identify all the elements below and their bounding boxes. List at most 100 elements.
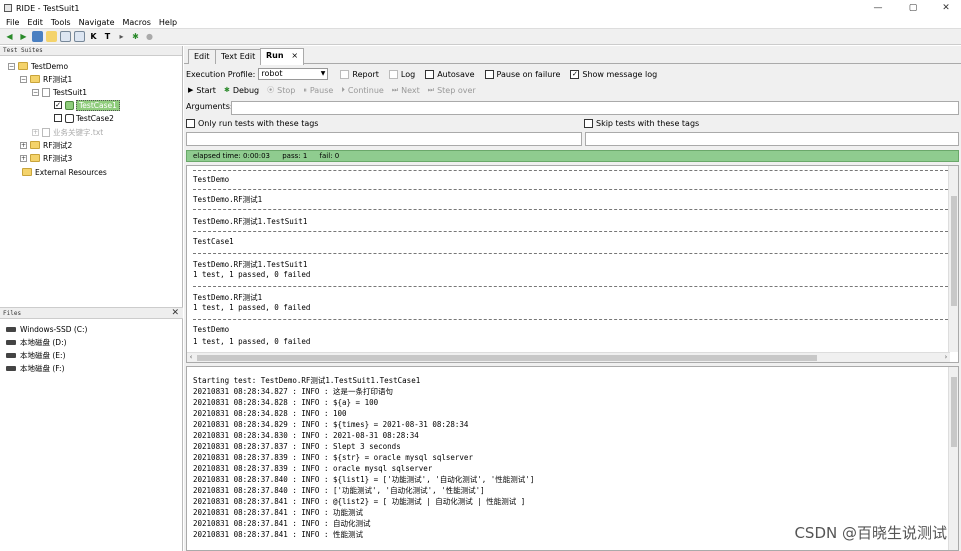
scrollbar-thumb[interactable]: [197, 355, 817, 361]
tree-item-testdemo[interactable]: − TestDemo: [8, 60, 68, 72]
scroll-right-icon[interactable]: ›: [944, 353, 948, 361]
debug-button[interactable]: ✱ Debug: [224, 86, 259, 95]
scrollbar-thumb[interactable]: [951, 196, 957, 306]
log-line: 20210831 08:28:37.841 : INFO : 自动化测试: [193, 519, 371, 528]
test-suites-header: Test Suites: [0, 46, 182, 56]
save-all-icon[interactable]: [74, 31, 85, 42]
log-vertical-scrollbar[interactable]: [948, 367, 958, 550]
menu-bar: File Edit Tools Navigate Macros Help: [0, 16, 961, 28]
skip-tags-checkbox[interactable]: [584, 119, 593, 128]
output-line: TestDemo: [193, 175, 230, 184]
testcase1-checkbox[interactable]: ✓: [54, 101, 62, 109]
suite-tree: − TestDemo − RF测试1 − TestSuit1 ✓ TestCas…: [0, 56, 182, 306]
log-line: 20210831 08:28:34.827 : INFO : 这是一条打印语句: [193, 387, 393, 396]
open-project-icon[interactable]: [32, 31, 43, 42]
drive-c[interactable]: Windows-SSD (C:): [6, 323, 87, 335]
output-line: TestDemo.RF测试1.TestSuit1: [193, 217, 308, 226]
log-line: 20210831 08:28:34.828 : INFO : 100: [193, 409, 347, 418]
back-icon[interactable]: ◀: [4, 31, 15, 42]
run-status-bar: elapsed time: 0:00:03 pass: 1 fail: 0: [186, 150, 959, 162]
settings-icon[interactable]: ✱: [130, 31, 141, 42]
output-line: 1 test, 1 passed, 0 failed: [193, 303, 311, 312]
output-line: TestDemo.RF测试1.TestSuit1: [193, 260, 308, 269]
debug-icon: ✱: [223, 86, 230, 94]
run-buttons-row: ▶ Start ✱ Debug ⦿ Stop ⏸ Pause ⏵ Continue ⏭ Ne…: [188, 85, 484, 95]
testcase2-checkbox[interactable]: [54, 114, 62, 122]
autosave-checkbox[interactable]: [425, 69, 435, 79]
forward-icon[interactable]: ▶: [18, 31, 29, 42]
menu-tools[interactable]: Tools: [51, 18, 71, 27]
drive-icon: [6, 339, 16, 345]
continue-button[interactable]: ⏵ Continue: [341, 86, 383, 95]
show-message-log-checkbox[interactable]: ✓: [570, 69, 580, 79]
step-over-button[interactable]: ⏭ Step over: [428, 86, 476, 95]
drive-f[interactable]: 本地磁盘 (F:): [6, 362, 65, 374]
report-checkbox[interactable]: [340, 69, 350, 79]
tab-edit[interactable]: Edit: [188, 49, 216, 64]
tree-item-rf2[interactable]: + RF测试2: [20, 139, 72, 151]
separator: [193, 319, 948, 320]
menu-edit[interactable]: Edit: [27, 18, 43, 27]
skip-tags-input[interactable]: [585, 132, 959, 146]
toolbar: ◀ ▶ K T ▸ ✱ ●: [0, 28, 961, 45]
tree-item-testsuit1[interactable]: − TestSuit1: [32, 86, 87, 98]
tag-search-icon[interactable]: T: [102, 31, 113, 42]
stop-icon[interactable]: ●: [144, 31, 155, 42]
start-button[interactable]: ▶ Start: [188, 86, 216, 95]
menu-macros[interactable]: Macros: [123, 18, 151, 27]
only-run-tags-checkbox[interactable]: [186, 119, 195, 128]
tab-run[interactable]: Run ×: [260, 48, 305, 65]
menu-file[interactable]: File: [6, 18, 19, 27]
arguments-input[interactable]: [231, 101, 959, 115]
expand-icon[interactable]: +: [20, 141, 27, 149]
log-checkbox[interactable]: [388, 69, 398, 79]
pause-button[interactable]: ⏸ Pause: [303, 86, 333, 95]
separator: [193, 253, 948, 254]
tree-item-testcase2[interactable]: TestCase2: [54, 112, 114, 124]
expand-icon[interactable]: +: [20, 154, 27, 162]
tree-item-resource-file[interactable]: + 业务关键字.txt: [32, 126, 103, 138]
testcase-icon: [65, 100, 74, 110]
minimize-button[interactable]: —: [863, 0, 893, 16]
collapse-icon[interactable]: −: [32, 88, 39, 96]
close-files-icon[interactable]: ✕: [171, 308, 179, 319]
collapse-icon[interactable]: −: [8, 62, 15, 70]
pause-icon: ⏸: [303, 85, 307, 94]
menu-help[interactable]: Help: [159, 18, 177, 27]
tree-item-testcase1[interactable]: ✓ TestCase1: [54, 99, 120, 111]
tab-text-edit[interactable]: Text Edit: [215, 49, 262, 64]
menu-navigate[interactable]: Navigate: [79, 18, 115, 27]
collapse-icon[interactable]: −: [20, 75, 27, 83]
drive-d[interactable]: 本地磁盘 (D:): [6, 336, 67, 348]
file-icon: [42, 87, 50, 97]
separator: [193, 209, 948, 210]
close-button[interactable]: ✕: [931, 0, 961, 16]
scroll-left-icon[interactable]: ‹: [189, 353, 193, 361]
only-run-tags-input[interactable]: [186, 132, 582, 146]
tree-item-rf1[interactable]: − RF测试1: [20, 73, 72, 85]
next-button[interactable]: ⏭ Next: [392, 86, 420, 95]
log-line: 20210831 08:28:37.840 : INFO : ['功能测试', …: [193, 486, 485, 495]
scrollbar-thumb[interactable]: [951, 377, 957, 447]
stop-icon: ⦿: [267, 86, 275, 94]
maximize-button[interactable]: ▢: [898, 0, 928, 16]
tree-item-external-resources[interactable]: External Resources: [22, 166, 107, 178]
output-console[interactable]: TestDemo TestDemo.RF测试1 TestDemo.RF测试1.T…: [186, 165, 959, 363]
next-icon: ⏭: [391, 85, 399, 94]
save-icon[interactable]: [60, 31, 71, 42]
run-icon[interactable]: ▸: [116, 31, 127, 42]
pause-on-failure-checkbox[interactable]: [484, 69, 494, 79]
output-horizontal-scrollbar[interactable]: ‹ ›: [187, 352, 950, 362]
tree-item-rf3[interactable]: + RF测试3: [20, 152, 72, 164]
close-tab-icon[interactable]: ×: [291, 51, 298, 60]
open-folder-icon[interactable]: [46, 31, 57, 42]
stop-button[interactable]: ⦿ Stop: [267, 85, 295, 95]
keyword-search-icon[interactable]: K: [88, 31, 99, 42]
output-line: TestCase1: [193, 237, 234, 246]
execution-profile-select[interactable]: robot ▼: [258, 68, 329, 80]
output-vertical-scrollbar[interactable]: [948, 166, 958, 352]
expand-icon[interactable]: +: [32, 128, 39, 136]
skip-tags-row: Skip tests with these tags: [584, 119, 699, 128]
log-line: 20210831 08:28:37.841 : INFO : 性能测试: [193, 530, 363, 539]
drive-e[interactable]: 本地磁盘 (E:): [6, 349, 66, 361]
